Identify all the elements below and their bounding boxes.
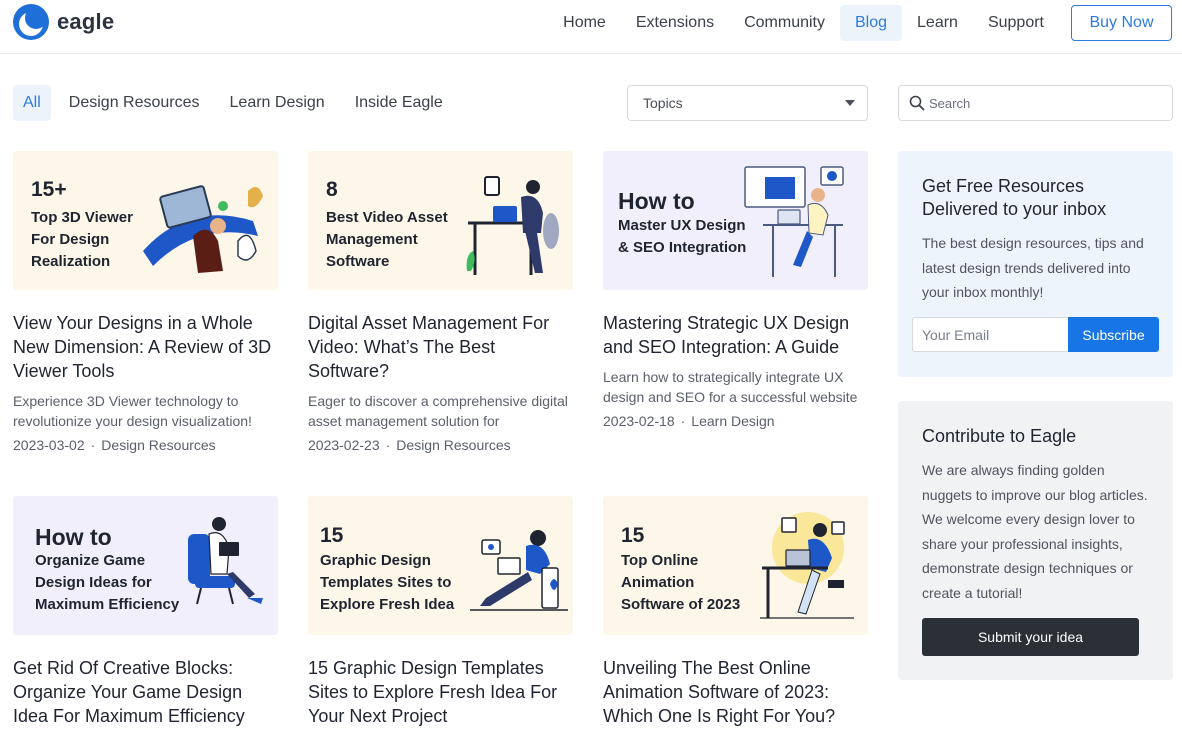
post-card[interactable]: 8 Best Video Asset Management Software D… [308,151,573,453]
thumb-caption: Top 3D Viewer For Design Realization [31,209,133,270]
post-card[interactable]: How to Organize Game Design Ideas for Ma… [13,496,278,728]
subscribe-form: Subscribe [912,317,1159,352]
chevron-down-icon [845,100,855,106]
post-category[interactable]: Learn Design [691,413,774,429]
post-card[interactable]: 15+ Top 3D Viewer For Design Realization… [13,151,278,453]
thumb-number: 8 [326,178,338,201]
ux-seo-illustration [744,166,844,277]
top-header: eagle Home Extensions Community Blog Lea… [0,0,1182,54]
tab-inside-eagle[interactable]: Inside Eagle [345,85,453,121]
post-meta: 2023-02-18 · Learn Design [603,413,775,429]
search-input[interactable] [929,92,1159,114]
logo-text: eagle [57,9,115,34]
post-thumbnail[interactable]: How to Organize Game Design Ideas for Ma… [13,496,278,635]
thumb-caption: Organize Game Design Ideas for Maximum E… [35,552,180,613]
video-desk-illustration [466,176,559,275]
post-meta: 2023-02-23 · Design Resources [308,437,511,453]
thumb-number: How to [35,524,112,550]
nav-support[interactable]: Support [973,5,1059,41]
thumb-caption: Graphic Design Templates Sites to Explor… [320,552,455,613]
post-title[interactable]: Get Rid Of Creative Blocks: Organize You… [13,656,278,728]
newsletter-title: Get Free Resources Delivered to your inb… [922,176,1107,219]
post-thumbnail[interactable]: 15 Top Online Animation Software of 2023 [603,496,868,635]
post-category[interactable]: Design Resources [101,437,215,453]
post-excerpt: Learn how to strategically integrate UX … [603,369,858,405]
subscribe-button[interactable]: Subscribe [1068,317,1159,352]
post-date: 2023-02-18 [603,413,675,429]
thumb-caption: Top Online Animation Software of 2023 [621,552,741,613]
tab-all[interactable]: All [13,85,51,121]
category-tabs: All Design Resources Learn Design Inside… [13,85,463,121]
post-thumbnail[interactable]: How to Master UX Design & SEO Integratio… [603,151,868,290]
newsletter-text: The best design resources, tips and late… [922,235,1144,300]
newsletter-box: Get Free Resources Delivered to your inb… [898,151,1173,377]
post-title[interactable]: Mastering Strategic UX Design and SEO In… [603,311,868,359]
topics-dropdown[interactable]: Topics [627,85,868,121]
post-thumbnail[interactable]: 15+ Top 3D Viewer For Design Realization [13,151,278,290]
buy-now-button[interactable]: Buy Now [1071,5,1172,41]
post-date: 2023-02-23 [308,437,380,453]
post-card[interactable]: 15 Graphic Design Templates Sites to Exp… [308,496,573,728]
main-nav: Home Extensions Community Blog Learn Sup… [548,5,1172,41]
templates-illustration [470,530,568,611]
eagle-logo[interactable]: eagle [13,4,114,40]
contribute-text: We are always finding golden nuggets to … [922,462,1148,601]
post-card[interactable]: 15 Top Online Animation Software of 2023… [603,496,868,728]
post-title[interactable]: Digital Asset Management For Video: What… [308,311,573,383]
post-card[interactable]: How to Master UX Design & SEO Integratio… [603,151,868,429]
nav-learn[interactable]: Learn [902,5,973,41]
thumb-number: 15+ [31,178,67,201]
nav-home[interactable]: Home [548,5,621,41]
nav-blog[interactable]: Blog [840,5,903,41]
post-thumbnail[interactable]: 8 Best Video Asset Management Software [308,151,573,290]
tab-learn-design[interactable]: Learn Design [220,85,335,121]
animation-illustration [760,512,854,619]
thumb-caption: Master UX Design & SEO Integration [618,217,747,256]
nav-community[interactable]: Community [729,5,840,41]
nav-extensions[interactable]: Extensions [621,5,729,41]
post-title[interactable]: 15 Graphic Design Templates Sites to Exp… [308,656,573,728]
thumb-number: 15 [320,524,344,547]
tab-design-resources[interactable]: Design Resources [59,85,210,121]
game-design-illustration [188,517,263,605]
thumb-number: 15 [621,524,645,547]
email-field[interactable] [912,317,1068,352]
post-date: 2023-03-02 [13,437,85,453]
contribute-title: Contribute to Eagle [922,426,1077,446]
search-icon [909,95,925,111]
thumb-number: How to [618,188,695,214]
search-box[interactable] [898,85,1173,121]
post-title[interactable]: View Your Designs in a Whole New Dimensi… [13,311,278,383]
thumb-caption: Best Video Asset Management Software [326,209,448,270]
post-excerpt: Eager to discover a comprehensive digita… [308,393,568,429]
post-excerpt: Experience 3D Viewer technology to revol… [13,393,252,429]
post-meta: 2023-03-02 · Design Resources [13,437,216,453]
post-title[interactable]: Unveiling The Best Online Animation Soft… [603,656,868,728]
post-thumbnail[interactable]: 15 Graphic Design Templates Sites to Exp… [308,496,573,635]
post-category[interactable]: Design Resources [396,437,510,453]
3d-viewer-illustration [143,185,263,273]
contribute-box: Contribute to Eagle We are always findin… [898,401,1173,680]
eagle-logo-icon [13,4,49,40]
topics-label: Topics [643,95,683,111]
submit-idea-button[interactable]: Submit your idea [922,618,1139,656]
